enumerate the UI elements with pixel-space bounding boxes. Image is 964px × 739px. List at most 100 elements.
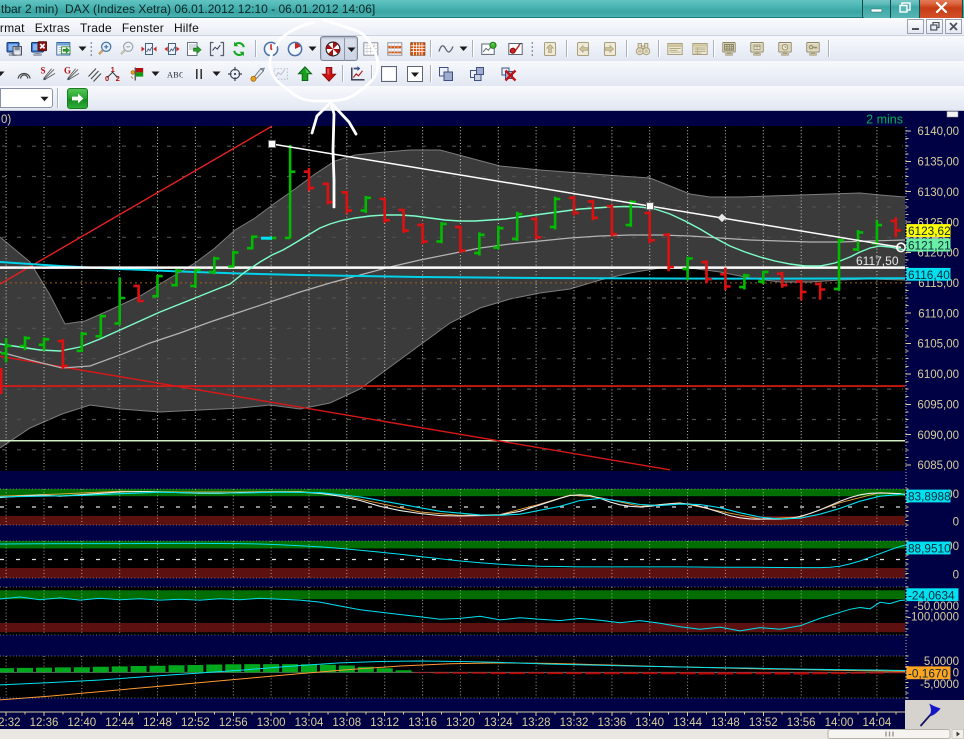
minimize-button[interactable]: [862, 0, 891, 19]
current-price-label: 6123,62: [907, 224, 951, 238]
page-right-button[interactable]: [599, 37, 622, 60]
flag-marker-dropdown[interactable]: [149, 62, 162, 85]
chevron-down-icon: [347, 47, 356, 53]
zigzag-dim-icon: [273, 66, 289, 82]
indicator-panel-cci[interactable]: [0, 587, 905, 635]
compress-chart-button[interactable]: [138, 37, 161, 60]
toolbar-separator: [470, 37, 476, 60]
flag-marker-button[interactable]: [126, 62, 149, 85]
g-lines-icon: G: [64, 66, 80, 82]
scrollbar-track[interactable]: [0, 729, 964, 739]
screen-time-button[interactable]: [773, 37, 796, 60]
wave-count-button[interactable]: 102: [101, 62, 124, 85]
reload-data-button[interactable]: [227, 37, 250, 60]
indicator-curve-button[interactable]: [434, 37, 457, 60]
crosshair-button[interactable]: [223, 62, 246, 85]
sell-arrow-button[interactable]: [317, 62, 340, 85]
window-titlebar[interactable]: tbar 2 min) DAX (Indizes Xetra) 06.01.20…: [0, 0, 964, 18]
freehand-line-button[interactable]: [270, 62, 293, 85]
zoom-in-icon: [97, 41, 113, 57]
export-data-button[interactable]: [52, 37, 75, 60]
panel-zone: [0, 590, 905, 599]
line-style-dropdown[interactable]: [210, 62, 223, 85]
text-label-button[interactable]: ABC: [163, 62, 186, 85]
go-to-end-button[interactable]: [183, 37, 206, 60]
close-workspace-button[interactable]: [27, 37, 50, 60]
indicator-panel-stochastic-fast[interactable]: [0, 489, 905, 525]
timer-button[interactable]: [259, 37, 282, 60]
indicator-panel-macd[interactable]: [0, 656, 905, 700]
gann-lines-button[interactable]: G: [60, 62, 83, 85]
search-symbol-button[interactable]: [631, 37, 654, 60]
page-up-button[interactable]: [538, 37, 561, 60]
quote-board-3-button[interactable]: [406, 37, 429, 60]
indicator-curve-dropdown[interactable]: [457, 37, 470, 60]
period-pinwheel-dropdown[interactable]: [344, 38, 357, 61]
watchlist-1-button[interactable]: [663, 37, 686, 60]
time-axis-label: 12:40: [67, 717, 96, 729]
arrange-windows-button[interactable]: [434, 62, 457, 85]
chart-window[interactable]: 6117,50 6140,00 6135,00 6130,00 6125,00 …: [0, 111, 964, 739]
monitor-close-icon: [31, 41, 47, 57]
watchlist-2-button[interactable]: [688, 37, 711, 60]
cascade-windows-button[interactable]: [465, 62, 488, 85]
period-select-dropdown[interactable]: [306, 37, 319, 60]
zoom-out-button[interactable]: [115, 37, 138, 60]
axis-corner-widget[interactable]: [947, 112, 958, 118]
color-picker-button[interactable]: [404, 62, 425, 85]
svg-text:88,9510: 88,9510: [908, 542, 951, 556]
menu-item-hilfe[interactable]: Hilfe: [169, 18, 204, 36]
time-axis-label: 13:04: [295, 717, 324, 729]
menu-item-trade[interactable]: Trade: [75, 18, 117, 36]
save-workspace-button[interactable]: [2, 37, 25, 60]
expand-chart-button[interactable]: [160, 37, 183, 60]
screen-quotes-button[interactable]: [717, 37, 740, 60]
zoom-in-button[interactable]: [93, 37, 116, 60]
vertical-lines-button[interactable]: [187, 62, 210, 85]
chart-area[interactable]: 6117,50 6140,00 6135,00 6130,00 6125,00 …: [0, 111, 964, 739]
indicator-panel-stochastic-slow[interactable]: [0, 541, 905, 578]
time-axis[interactable]: 12:32 12:36 12:40 12:44 12:48 12:52 12:5…: [0, 712, 906, 729]
quote-board-1-button[interactable]: [359, 37, 382, 60]
prev-tool-dropdown[interactable]: [0, 62, 7, 85]
symbol-combobox[interactable]: [0, 88, 53, 108]
maximize-button[interactable]: [891, 0, 920, 19]
fit-chart-button[interactable]: [205, 37, 228, 60]
chart-presentation-button[interactable]: [346, 62, 369, 85]
draw-arc-button[interactable]: [12, 62, 35, 85]
mdi-minimize-button[interactable]: [907, 19, 924, 34]
menu-item-fenster[interactable]: Fenster: [117, 18, 169, 36]
horizontal-scrollbar[interactable]: [0, 729, 964, 739]
buy-arrow-button[interactable]: [293, 62, 316, 85]
speed-lines-button[interactable]: S: [36, 62, 59, 85]
period-pinwheel-button[interactable]: [321, 37, 344, 60]
price-axis-label: 6130,00: [917, 187, 959, 199]
panel-current-label: -24,0634: [907, 588, 959, 602]
screen-layout-button[interactable]: [745, 37, 768, 60]
mdi-close-button[interactable]: [945, 19, 962, 34]
refresh-icon: [231, 41, 247, 57]
toolbar-separator: [564, 37, 570, 60]
mdi-restore-button[interactable]: [926, 19, 943, 34]
price-axis-label: 6090,00: [917, 430, 959, 442]
close-button[interactable]: [920, 0, 963, 19]
toolbar-main: [0, 36, 964, 61]
color-swatch-button[interactable]: [374, 62, 403, 85]
delete-all-button[interactable]: [497, 62, 520, 85]
svg-text:-24,0634: -24,0634: [908, 588, 955, 602]
menu-item-extras[interactable]: Extras: [30, 18, 75, 36]
abc-icon: ABC: [167, 66, 183, 82]
screen-key-button[interactable]: [801, 37, 824, 60]
new-chart-button[interactable]: [477, 37, 500, 60]
menu-item-format[interactable]: Format: [0, 18, 30, 36]
toolbar-separator: [624, 37, 630, 60]
page-left-button[interactable]: [571, 37, 594, 60]
panel-current-label: -0,1670: [907, 666, 951, 680]
period-select-button[interactable]: [283, 37, 306, 60]
apply-symbol-button[interactable]: [67, 88, 88, 109]
chart-study-button[interactable]: [504, 37, 527, 60]
quote-board-2-button[interactable]: [383, 37, 406, 60]
trendline-handle-square[interactable]: [269, 141, 276, 148]
trendline-handle-square[interactable]: [647, 203, 654, 210]
cut-tool-button[interactable]: [246, 62, 269, 85]
